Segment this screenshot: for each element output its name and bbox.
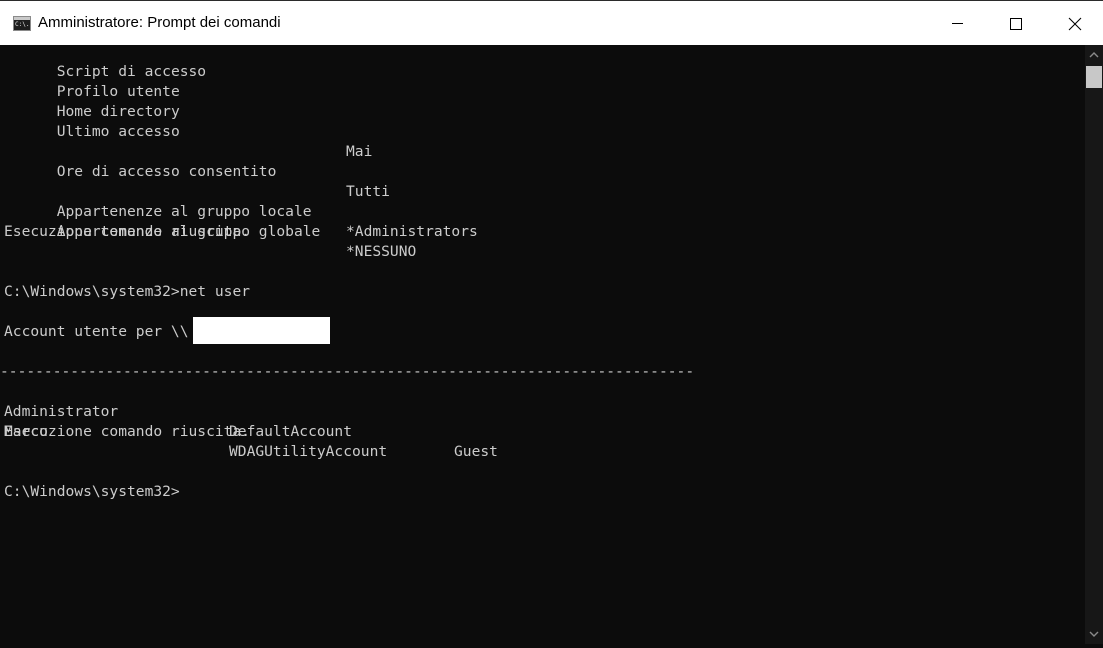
minimize-icon bbox=[952, 23, 963, 24]
scrollbar-thumb[interactable] bbox=[1086, 66, 1102, 88]
command-prompt-window: C:\. Amministratore: Prompt dei comandi … bbox=[0, 0, 1103, 644]
scroll-down-button[interactable] bbox=[1085, 624, 1103, 644]
account-row: Administrator DefaultAccount Guest bbox=[0, 382, 700, 460]
user-info-row: Appartenenze al gruppo locale *Administr… bbox=[4, 182, 704, 240]
close-icon bbox=[1068, 17, 1082, 31]
chevron-down-icon bbox=[1089, 631, 1099, 637]
info-label: Ore di accesso consentito bbox=[56, 163, 277, 180]
account-name: Guest bbox=[454, 443, 498, 460]
minimize-button[interactable] bbox=[928, 1, 986, 46]
maximize-button[interactable] bbox=[987, 1, 1045, 46]
redacted-computer-name bbox=[193, 317, 330, 344]
user-info-row: Appartenenze al gruppo globale *NESSUNO bbox=[4, 202, 704, 260]
console-output[interactable]: Script di accesso Profilo utente Home di… bbox=[0, 45, 1085, 644]
success-message: Esecuzione comando riuscita. bbox=[4, 223, 251, 240]
user-info-row: Script di accesso bbox=[4, 45, 206, 80]
info-value: *Administrators bbox=[346, 223, 478, 240]
maximize-icon bbox=[1010, 18, 1022, 30]
account-name: WDAGUtilityAccount bbox=[229, 443, 388, 460]
cmd-icon[interactable]: C:\. bbox=[13, 16, 31, 31]
command-line: C:\Windows\system32>net user bbox=[4, 283, 251, 300]
accounts-header: Account utente per \\ bbox=[4, 323, 189, 340]
info-value: *NESSUNO bbox=[346, 243, 417, 260]
separator-line: ----------------------------------------… bbox=[0, 363, 695, 380]
user-info-row: Profilo utente bbox=[4, 62, 180, 100]
scroll-up-button[interactable] bbox=[1085, 45, 1103, 65]
account-row: Marco WDAGUtilityAccount bbox=[0, 402, 700, 460]
close-button[interactable] bbox=[1045, 1, 1103, 46]
user-info-row: Ultimo accesso Mai bbox=[4, 102, 704, 160]
user-info-row: Ore di accesso consentito Tutti bbox=[4, 142, 704, 200]
window-title: Amministratore: Prompt dei comandi bbox=[38, 14, 281, 31]
title-bar[interactable]: C:\. Amministratore: Prompt dei comandi bbox=[0, 0, 1103, 45]
command-prompt[interactable]: C:\Windows\system32> bbox=[4, 482, 180, 502]
info-label: Ultimo accesso bbox=[56, 123, 180, 140]
chevron-up-icon bbox=[1089, 52, 1099, 58]
vertical-scrollbar[interactable] bbox=[1085, 45, 1103, 644]
success-message: Esecuzione comando riuscita. bbox=[4, 423, 251, 440]
user-info-row: Home directory bbox=[4, 82, 180, 120]
